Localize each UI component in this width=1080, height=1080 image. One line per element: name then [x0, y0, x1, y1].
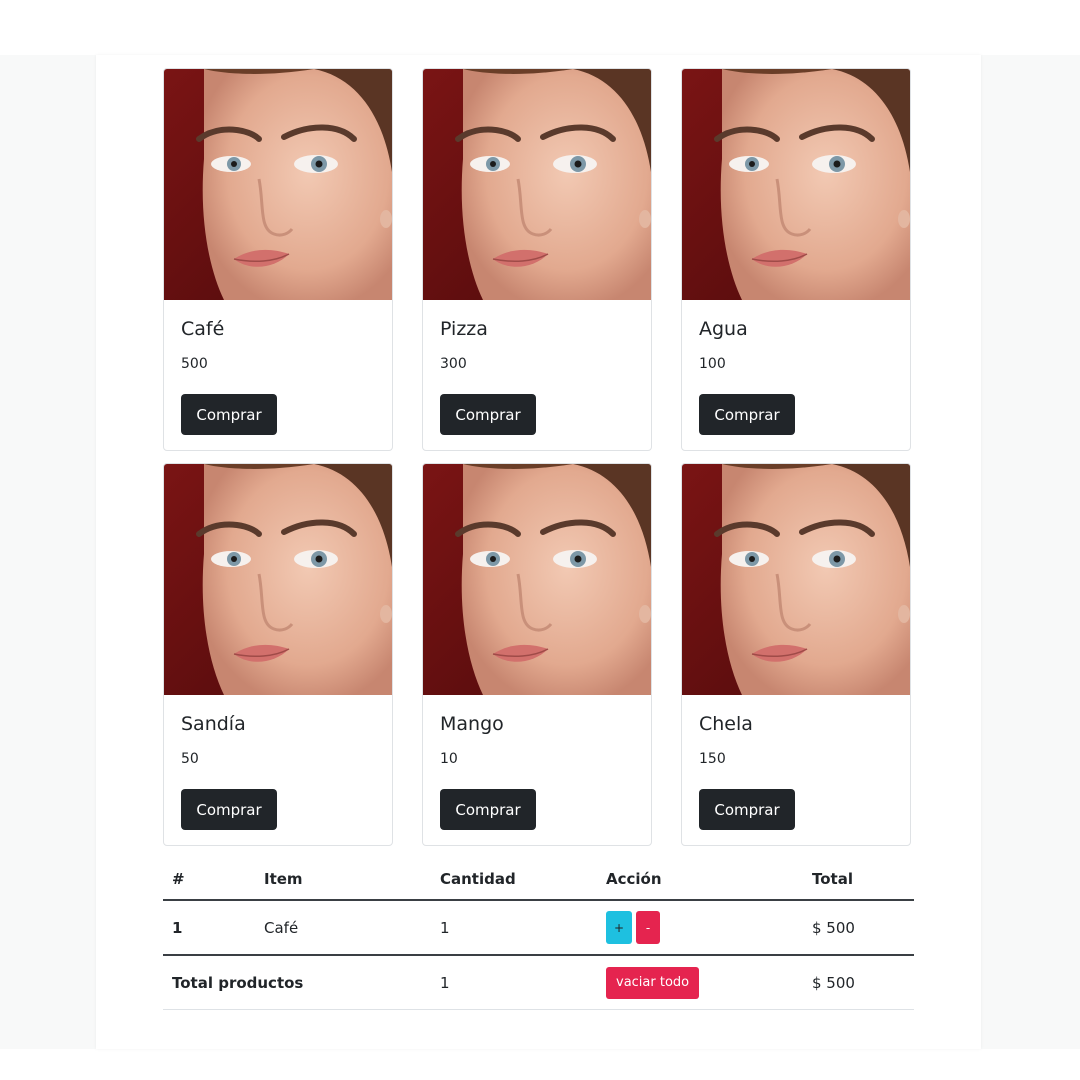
- header-total: Total: [803, 859, 914, 901]
- product-card: Mango 10 Comprar: [422, 463, 652, 846]
- buy-button[interactable]: Comprar: [699, 394, 795, 435]
- product-card: Café 500 Comprar: [163, 68, 393, 451]
- product-image: [682, 464, 911, 695]
- row-actions: + -: [597, 900, 803, 956]
- row-total: $ 500: [803, 900, 914, 956]
- product-card: Agua 100 Comprar: [681, 68, 911, 451]
- product-name: Café: [181, 318, 225, 340]
- product-name: Chela: [699, 713, 753, 735]
- increase-button[interactable]: +: [606, 911, 633, 944]
- row-index: 1: [163, 900, 255, 956]
- footer-quantity: 1: [431, 955, 597, 1010]
- header-quantity: Cantidad: [431, 859, 597, 901]
- product-name: Pizza: [440, 318, 488, 340]
- product-price: 500: [181, 356, 208, 372]
- table-row: 1 Café 1 + - $ 500: [163, 900, 914, 956]
- footer-total: $ 500: [803, 955, 914, 1010]
- empty-cart-button[interactable]: vaciar todo: [606, 966, 700, 999]
- footer-label: Total productos: [163, 955, 431, 1010]
- product-price: 300: [440, 356, 467, 372]
- product-name: Sandía: [181, 713, 246, 735]
- product-image: [164, 69, 393, 300]
- buy-button[interactable]: Comprar: [181, 789, 277, 830]
- product-image: [423, 464, 652, 695]
- product-card: Sandía 50 Comprar: [163, 463, 393, 846]
- product-image: [682, 69, 911, 300]
- product-image: [164, 464, 393, 695]
- product-name: Mango: [440, 713, 504, 735]
- header-item: Item: [255, 859, 431, 901]
- cart-header-row: # Item Cantidad Acción Total: [163, 859, 914, 901]
- header-index: #: [163, 859, 255, 901]
- cart-footer-row: Total productos 1 vaciar todo $ 500: [163, 955, 914, 1010]
- footer-actions: vaciar todo: [597, 955, 803, 1010]
- cart-table: # Item Cantidad Acción Total 1 Café 1 + -…: [163, 859, 914, 1010]
- product-card: Pizza 300 Comprar: [422, 68, 652, 451]
- buy-button[interactable]: Comprar: [440, 394, 536, 435]
- product-card: Chela 150 Comprar: [681, 463, 911, 846]
- product-price: 100: [699, 356, 726, 372]
- product-name: Agua: [699, 318, 748, 340]
- row-quantity: 1: [431, 900, 597, 956]
- buy-button[interactable]: Comprar: [699, 789, 795, 830]
- header-action: Acción: [597, 859, 803, 901]
- product-price: 50: [181, 751, 199, 767]
- product-image: [423, 69, 652, 300]
- buy-button[interactable]: Comprar: [440, 789, 536, 830]
- product-price: 10: [440, 751, 458, 767]
- decrease-button[interactable]: -: [636, 911, 661, 944]
- buy-button[interactable]: Comprar: [181, 394, 277, 435]
- row-item: Café: [255, 900, 431, 956]
- product-price: 150: [699, 751, 726, 767]
